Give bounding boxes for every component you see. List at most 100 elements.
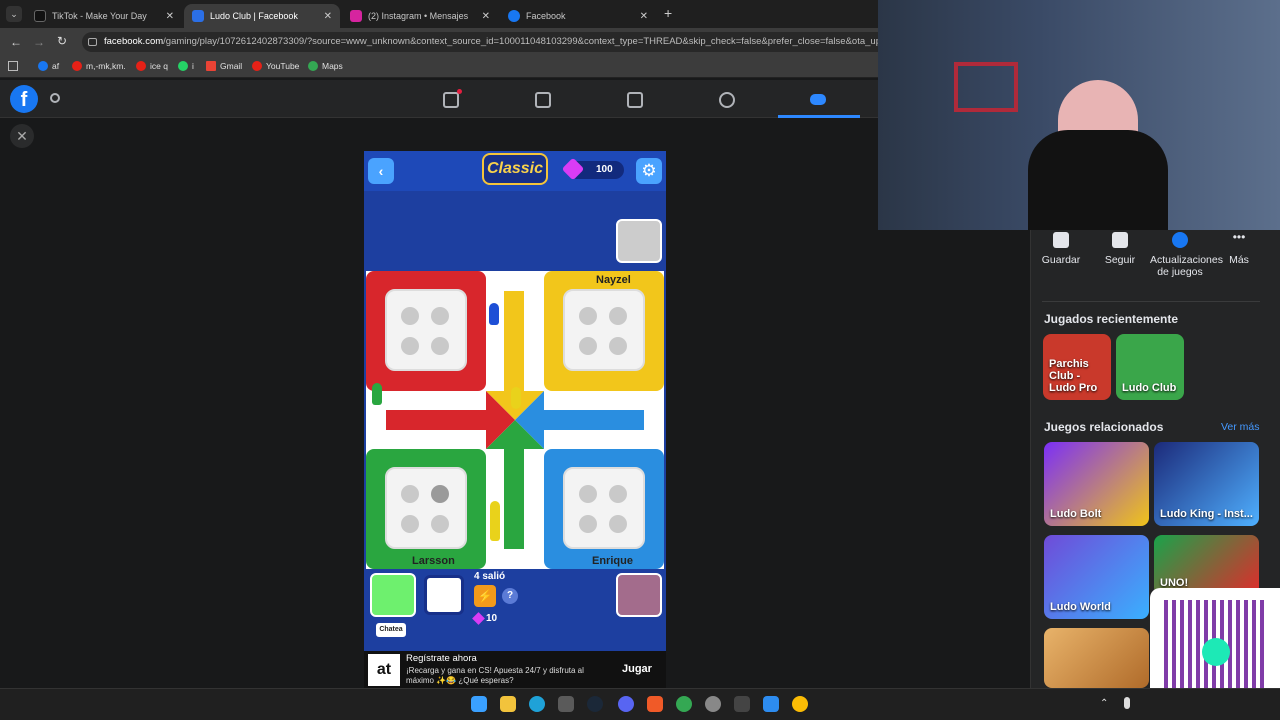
gmail-icon xyxy=(206,61,216,71)
bookmark-maps[interactable]: Maps xyxy=(308,61,343,71)
recent-game-parchis[interactable]: Parchis Club - Ludo Pro xyxy=(1043,334,1111,400)
more-button[interactable]: ••• Más xyxy=(1212,231,1266,266)
settings-icon[interactable] xyxy=(705,696,721,712)
follow-icon xyxy=(1112,232,1128,248)
groups-icon[interactable] xyxy=(719,92,735,108)
bookmark-mk[interactable]: m,-mk,km. xyxy=(72,61,126,71)
edge-icon[interactable] xyxy=(529,696,545,712)
gaming-icon[interactable] xyxy=(810,94,826,105)
tiktok-icon xyxy=(34,10,46,22)
see-more-link[interactable]: Ver más xyxy=(1221,421,1260,433)
chrome-icon[interactable] xyxy=(676,696,692,712)
steam-icon[interactable] xyxy=(587,696,603,712)
related-game-carrom[interactable] xyxy=(1044,628,1149,688)
chrome-profile-icon[interactable] xyxy=(792,696,808,712)
roll-dice-button[interactable] xyxy=(424,575,464,615)
bookmark-af[interactable]: af xyxy=(38,61,59,71)
close-icon[interactable]: ✕ xyxy=(482,11,490,22)
address-bar[interactable]: facebook.com/gaming/play/107261240287330… xyxy=(82,32,892,52)
ad-body: ¡Recarga y gana en CS! Apuesta 24/7 y di… xyxy=(406,666,584,685)
discord-icon[interactable] xyxy=(618,696,634,712)
active-nav-indicator xyxy=(778,115,860,118)
search-icon[interactable] xyxy=(50,93,60,103)
yellow-pieces[interactable] xyxy=(490,501,500,541)
tab-instagram[interactable]: (2) Instagram • Mensajes ✕ xyxy=(342,4,498,28)
yellow-home-die xyxy=(563,289,645,371)
ad-logo: at xyxy=(368,654,400,686)
app-icon[interactable] xyxy=(734,696,750,712)
related-game-ludo-world[interactable]: Ludo World xyxy=(1044,535,1149,619)
facebook-logo-icon[interactable]: f xyxy=(10,85,38,113)
ludo-icon xyxy=(192,10,204,22)
opponent-avatar-bottom xyxy=(616,573,662,617)
tab-facebook[interactable]: Facebook ✕ xyxy=(500,4,656,28)
related-games-heading: Juegos relacionados xyxy=(1044,420,1164,434)
bookmark-icon xyxy=(1053,232,1069,248)
close-icon[interactable]: ✕ xyxy=(324,11,332,22)
recent-game-ludo-club[interactable]: Ludo Club xyxy=(1116,334,1184,400)
facebook-icon xyxy=(508,10,520,22)
player-name-enrique: Enrique xyxy=(592,555,633,567)
yellow-piece-center[interactable] xyxy=(511,387,521,409)
start-icon[interactable] xyxy=(471,696,487,712)
file-explorer-icon[interactable] xyxy=(500,696,516,712)
tray-chevron-icon[interactable]: ⌃ xyxy=(1100,698,1108,709)
snipping-icon[interactable] xyxy=(763,696,779,712)
related-game-ludo-king[interactable]: Ludo King - Inst... xyxy=(1154,442,1259,526)
settings-gear-icon[interactable]: ⚙ xyxy=(636,158,662,184)
whatsapp-icon xyxy=(178,61,188,71)
apps-grid-icon[interactable] xyxy=(8,61,18,71)
yellow-lane xyxy=(504,291,524,391)
maps-icon xyxy=(308,61,318,71)
bookmark-i[interactable]: i xyxy=(178,61,194,71)
lightning-icon[interactable]: ⚡ xyxy=(474,585,496,607)
address-path: /gaming/play/1072612402873309/?source=ww… xyxy=(163,36,892,47)
player-name-nayzel: Nayzel xyxy=(596,274,631,286)
close-icon[interactable]: ✕ xyxy=(166,11,174,22)
follow-button[interactable]: Seguir xyxy=(1093,232,1147,266)
marketplace-icon[interactable] xyxy=(627,92,643,108)
chat-button[interactable]: Chatea xyxy=(376,623,406,637)
tab-label: TikTok - Make Your Day xyxy=(52,11,147,21)
close-icon[interactable]: ✕ xyxy=(640,11,648,22)
notification-dot xyxy=(457,89,462,94)
tab-tiktok[interactable]: TikTok - Make Your Day ✕ xyxy=(26,4,182,28)
microphone-icon[interactable] xyxy=(1124,697,1130,709)
save-button[interactable]: Guardar xyxy=(1034,232,1088,266)
red-table xyxy=(954,62,1018,112)
green-lane xyxy=(504,449,524,549)
roll-result: 4 salió xyxy=(474,571,506,582)
home-icon[interactable] xyxy=(443,92,459,108)
bookmark-ice-q[interactable]: ice q xyxy=(136,61,168,71)
help-icon[interactable]: ? xyxy=(502,588,518,604)
ludo-game-canvas[interactable]: ‹ Classic 100 ⚙ Nayzel Larsson Enrique C… xyxy=(364,151,666,688)
game-updates-button[interactable]: Actualizaciones de juegos xyxy=(1150,232,1223,278)
ad-play-button[interactable]: Jugar xyxy=(622,663,652,675)
bookmark-youtube[interactable]: YouTube xyxy=(252,61,299,71)
webcam-overlay xyxy=(878,0,1280,230)
related-game-ludo-bolt[interactable]: Ludo Bolt xyxy=(1044,442,1149,526)
address-domain: facebook.com xyxy=(104,36,164,47)
blue-home-die xyxy=(563,467,645,549)
blue-piece[interactable] xyxy=(489,303,499,325)
back-button[interactable]: ‹ xyxy=(368,158,394,184)
brave-icon[interactable] xyxy=(647,696,663,712)
green-piece[interactable] xyxy=(372,383,382,405)
reload-icon[interactable]: ↻ xyxy=(57,34,67,48)
youtube-icon xyxy=(252,61,262,71)
watch-icon[interactable] xyxy=(535,92,551,108)
new-tab-button[interactable]: + xyxy=(664,5,672,21)
close-game-button[interactable]: ✕ xyxy=(10,124,34,148)
store-icon[interactable] xyxy=(558,696,574,712)
person xyxy=(1028,130,1168,230)
forward-icon[interactable]: → xyxy=(33,35,45,49)
red-lane xyxy=(386,410,486,430)
tab-search-icon[interactable]: ⌄ xyxy=(6,6,22,22)
bookmark-gmail[interactable]: Gmail xyxy=(206,61,242,71)
related-game-uno[interactable]: UNO! xyxy=(1154,535,1259,595)
tab-ludo-club[interactable]: Ludo Club | Facebook ✕ xyxy=(184,4,340,28)
site-info-icon[interactable] xyxy=(88,38,97,46)
back-icon[interactable]: ← xyxy=(10,35,22,49)
taskbar xyxy=(0,688,1280,720)
youtube-icon xyxy=(72,61,82,71)
